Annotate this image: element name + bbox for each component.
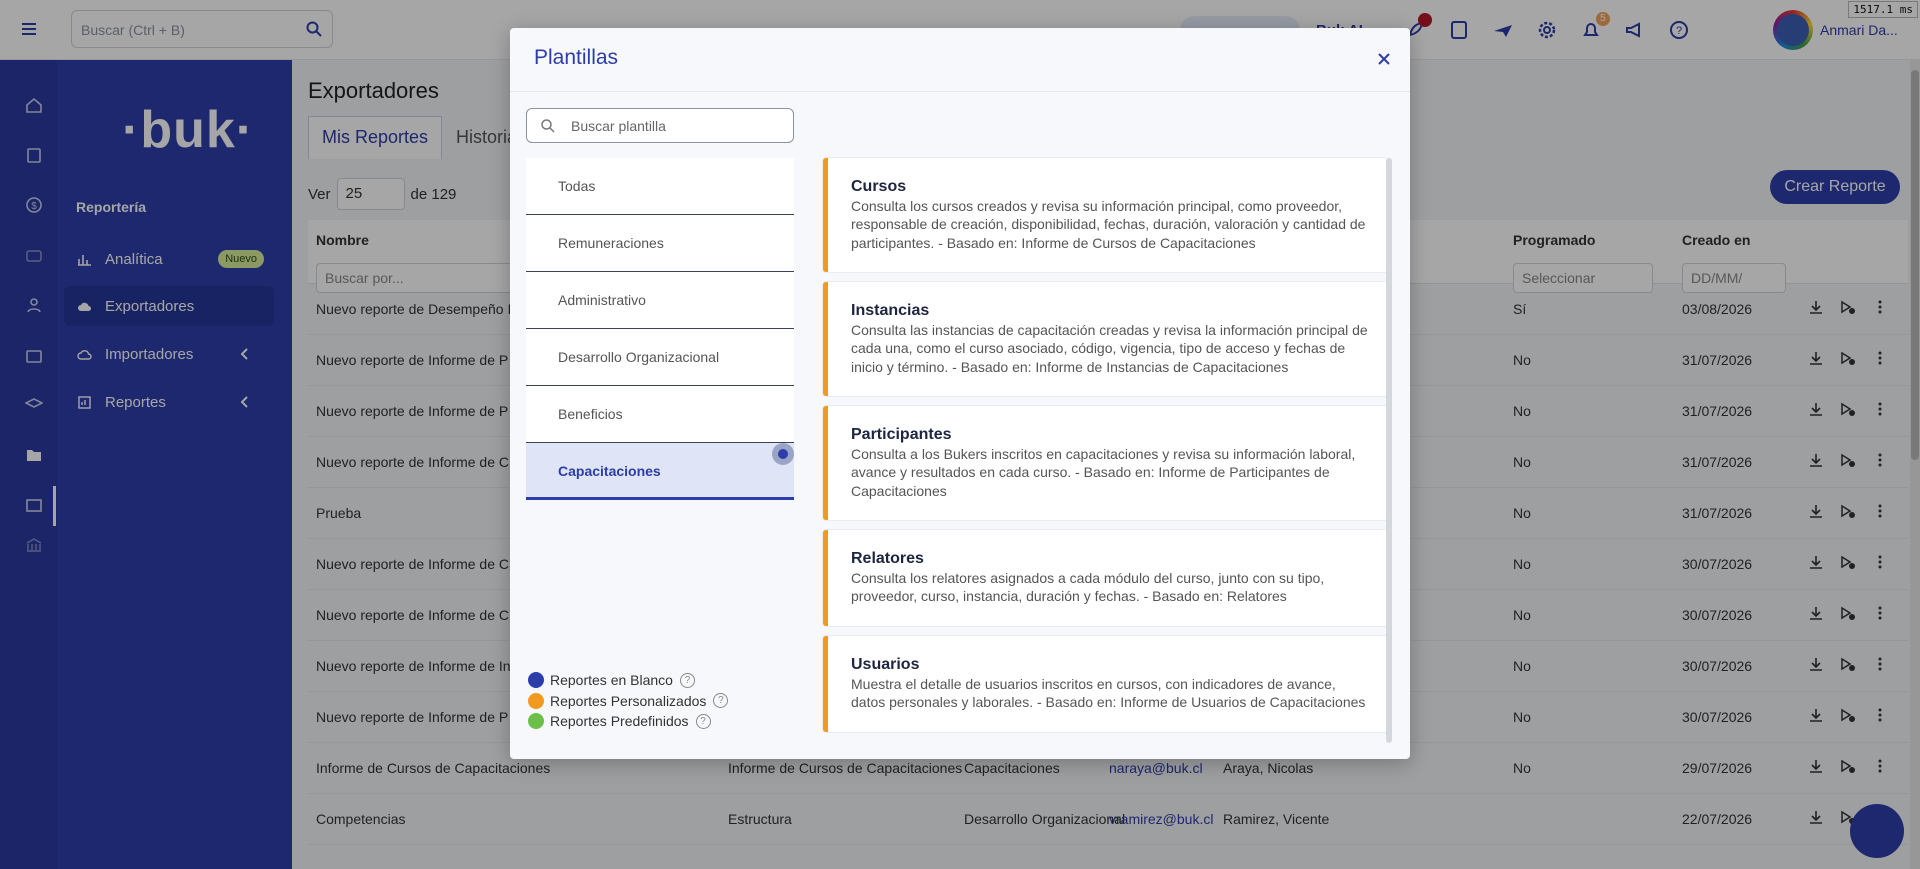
modal-scrollbar[interactable]: [1386, 158, 1392, 743]
category-list: Todas Remuneraciones Administrativo Desarro…: [526, 158, 794, 500]
template-card-participantes[interactable]: Participantes Consulta a los Bukers inscr…: [823, 406, 1388, 520]
legend-item: Reportes Predefinidos?: [528, 711, 728, 731]
category-label: Capacitaciones: [558, 463, 661, 479]
legend-item: Reportes Personalizados?: [528, 691, 729, 711]
card-description: Muestra el detalle de usuarios inscritos…: [851, 676, 1366, 711]
category-label: Beneficios: [558, 406, 623, 422]
category-label: Desarrollo Organizacional: [558, 349, 720, 365]
template-card-cursos[interactable]: Cursos Consulta los cursos creados y revi…: [823, 158, 1388, 272]
card-title: Relatores: [851, 550, 924, 567]
category-label: Remuneraciones: [558, 235, 664, 251]
template-card-usuarios[interactable]: Usuarios Muestra el detalle de usuarios i…: [823, 636, 1388, 732]
category-desarrollo-organizacional[interactable]: Desarrollo Organizacional: [526, 329, 794, 386]
help-icon[interactable]: ?: [679, 672, 695, 688]
legend-label: Reportes Predefinidos: [550, 713, 689, 729]
help-icon[interactable]: ?: [713, 693, 729, 708]
legend-label: Reportes en Blanco: [550, 672, 673, 688]
card-title: Participantes: [851, 426, 952, 443]
legend-dot: [528, 713, 544, 729]
active-category-dot: [772, 443, 794, 465]
card-title: Cursos: [851, 178, 907, 195]
card-description: Consulta los relatores asignados a cada …: [851, 570, 1325, 605]
template-card-relatores[interactable]: Relatores Consulta los relatores asignado…: [823, 530, 1388, 626]
plantillas-modal: Plantillas Todas Remuneraciones Administra…: [510, 28, 1410, 759]
legend-item: Reportes en Blanco?: [528, 670, 728, 690]
card-description: Consulta las instancias de capacitación …: [851, 322, 1368, 375]
category-todas[interactable]: Todas: [526, 158, 794, 215]
card-description: Consulta a los Bukers inscritos en capac…: [851, 446, 1356, 499]
card-description: Consulta los cursos creados y revisa su …: [851, 198, 1366, 251]
template-search: [526, 108, 794, 143]
template-card-instancias[interactable]: Instancias Consulta las instancias de cap…: [823, 282, 1388, 396]
category-label: Todas: [558, 178, 596, 194]
category-label: Administrativo: [558, 292, 646, 308]
category-capacitaciones[interactable]: Capacitaciones: [526, 443, 794, 500]
card-title: Instancias: [851, 302, 930, 319]
template-search-input[interactable]: [571, 116, 781, 136]
category-administrativo[interactable]: Administrativo: [526, 272, 794, 329]
category-beneficios[interactable]: Beneficios: [526, 386, 794, 443]
category-remuneraciones[interactable]: Remuneraciones: [526, 215, 794, 272]
legend-dot: [528, 672, 544, 688]
modal-title: Plantillas: [534, 46, 619, 69]
modal-header: Plantillas: [510, 28, 1410, 92]
search-icon: [541, 119, 555, 133]
card-title: Usuarios: [851, 656, 920, 673]
legend: Reportes en Blanco? Reportes Personalizad…: [528, 670, 729, 732]
close-icon[interactable]: [1376, 51, 1392, 67]
legend-label: Reportes Personalizados: [550, 692, 707, 709]
legend-dot: [528, 692, 544, 709]
help-icon[interactable]: ?: [695, 713, 711, 729]
